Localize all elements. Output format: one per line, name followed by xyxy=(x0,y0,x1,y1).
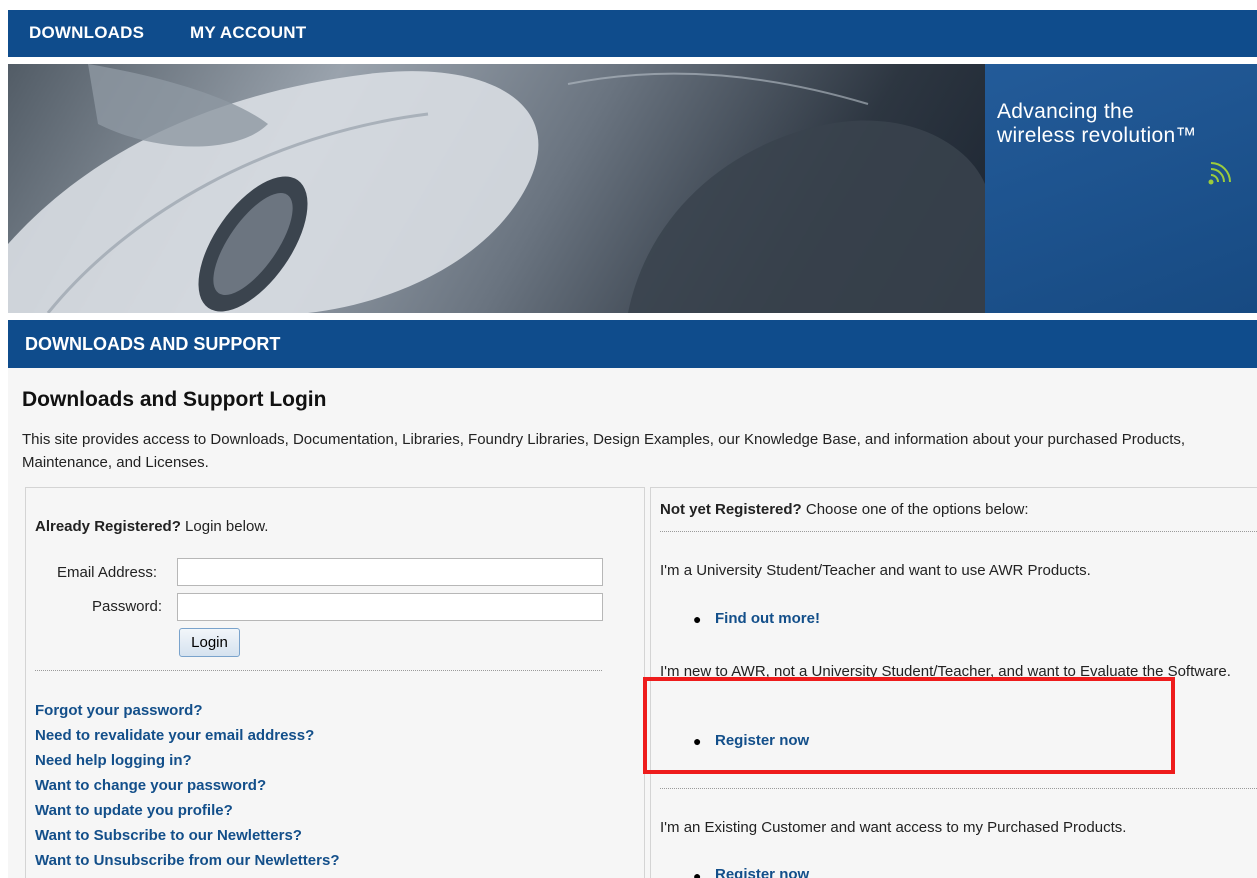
option-customer-text: I'm an Existing Customer and want access… xyxy=(660,819,1127,836)
login-heading-bold: Already Registered? xyxy=(35,518,181,535)
nav-downloads[interactable]: DOWNLOADS xyxy=(29,23,144,43)
login-heading: Already Registered? Login below. xyxy=(35,518,268,535)
forgot-password-link[interactable]: Forgot your password? xyxy=(35,702,203,719)
option-student-text: I'm a University Student/Teacher and wan… xyxy=(660,562,1091,579)
login-divider xyxy=(35,670,602,671)
password-field[interactable] xyxy=(177,593,603,621)
email-field[interactable] xyxy=(177,558,603,586)
bullet-icon: ● xyxy=(693,868,702,878)
section-header-bar: DOWNLOADS AND SUPPORT xyxy=(8,320,1257,368)
password-label: Password: xyxy=(92,598,163,615)
register-divider-bottom xyxy=(660,788,1257,789)
register-heading: Not yet Registered? Choose one of the op… xyxy=(660,501,1029,518)
page-title: Downloads and Support Login xyxy=(22,388,327,411)
intro-text: This site provides access to Downloads, … xyxy=(22,431,1186,471)
revalidate-email-link[interactable]: Need to revalidate your email address? xyxy=(35,727,314,744)
change-password-link[interactable]: Want to change your password? xyxy=(35,777,266,794)
update-profile-link[interactable]: Want to update you profile? xyxy=(35,802,233,819)
wireless-signal-icon xyxy=(1208,162,1231,185)
email-label: Email Address: xyxy=(57,564,158,581)
subscribe-newsletter-link[interactable]: Want to Subscribe to our Newletters? xyxy=(35,827,302,844)
login-button[interactable]: Login xyxy=(179,628,240,657)
tagline-line-2: wireless revolution™ xyxy=(997,124,1197,147)
register-heading-bold: Not yet Registered? xyxy=(660,501,802,518)
register-heading-rest: Choose one of the options below: xyxy=(801,501,1029,518)
section-title: DOWNLOADS AND SUPPORT xyxy=(25,334,281,354)
login-panel xyxy=(25,487,645,878)
nav-my-account[interactable]: MY ACCOUNT xyxy=(190,23,306,43)
find-out-more-link[interactable]: Find out more! xyxy=(715,610,820,627)
highlight-box xyxy=(643,677,1175,774)
banner-tagline: Advancing the wireless revolution™ xyxy=(997,100,1197,148)
tagline-line-1: Advancing the xyxy=(997,100,1134,123)
mouse-illustration xyxy=(8,64,985,313)
help-logging-in-link[interactable]: Need help logging in? xyxy=(35,752,192,769)
customer-register-now-link[interactable]: Register now xyxy=(715,866,809,878)
register-divider-top xyxy=(660,531,1257,532)
bullet-icon: ● xyxy=(693,611,702,627)
banner-photo xyxy=(8,64,985,313)
login-heading-rest: Login below. xyxy=(180,518,269,535)
top-nav: DOWNLOADS MY ACCOUNT xyxy=(8,10,1257,57)
unsubscribe-newsletter-link[interactable]: Want to Unsubscribe from our Newletters? xyxy=(35,852,339,869)
